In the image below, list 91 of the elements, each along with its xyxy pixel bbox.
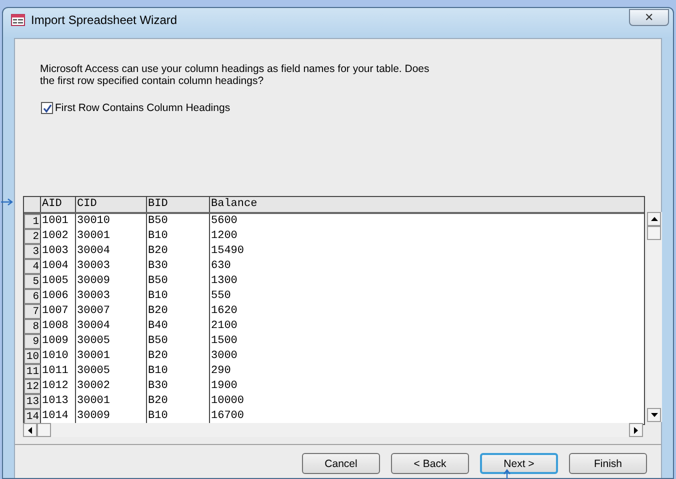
- table-cell: B50: [147, 274, 210, 289]
- table-cell: 30002: [76, 379, 147, 394]
- table-cell: B20: [147, 304, 210, 319]
- table-cell: 30003: [76, 259, 147, 274]
- table-cell: 30010: [76, 214, 147, 229]
- horizontal-scrollbar[interactable]: [23, 423, 643, 437]
- table-cell: 30005: [76, 334, 147, 349]
- table-cell: B50: [147, 214, 210, 229]
- scroll-left-icon[interactable]: [28, 426, 32, 434]
- table-cell: 30004: [76, 244, 147, 259]
- table-cell: 1010: [41, 349, 76, 364]
- row-number[interactable]: 10: [24, 349, 41, 364]
- table-cell: 1011: [41, 364, 76, 379]
- row-number[interactable]: 12: [24, 379, 41, 394]
- table-cell: B10: [147, 229, 210, 244]
- table-cell: 30004: [76, 319, 147, 334]
- pointer-arrow: [503, 469, 511, 479]
- table-cell: B40: [147, 319, 210, 334]
- table-cell-text: 1900: [210, 379, 238, 394]
- table-cell: 1002: [41, 229, 76, 244]
- table-cell-text: 5600: [210, 214, 238, 229]
- table-cell: 1012: [41, 379, 76, 394]
- table-cell-text: 16700: [210, 409, 246, 424]
- table-cell-text: 2100: [210, 319, 238, 334]
- row-number[interactable]: 5: [24, 274, 41, 289]
- close-button[interactable]: ✕: [629, 8, 669, 26]
- scroll-right-icon[interactable]: [634, 426, 638, 434]
- window-title: Import Spreadsheet Wizard: [31, 13, 178, 27]
- table-cell: 1004: [41, 259, 76, 274]
- table-cell-text: 290: [210, 364, 232, 379]
- table-cell: B30: [147, 379, 210, 394]
- prompt-text: Microsoft Access can use your column headings as field names for your table. Does the first row specified contain column headings?: [40, 63, 430, 87]
- table-cell-text: 1500: [210, 334, 238, 349]
- wizard-button[interactable]: Next >: [480, 453, 558, 474]
- table-cell: B30: [147, 259, 210, 274]
- table-cell: 1007: [41, 304, 76, 319]
- wizard-button[interactable]: Finish: [569, 453, 647, 474]
- row-number[interactable]: 14: [24, 409, 41, 424]
- vertical-scrollbar[interactable]: [647, 212, 662, 422]
- table-cell: B10: [147, 289, 210, 304]
- table-cell: B20: [147, 394, 210, 409]
- table-cell: B20: [147, 349, 210, 364]
- table-cell-text: 1200: [210, 229, 238, 244]
- table-cell: 1013: [41, 394, 76, 409]
- table-cell: 1005: [41, 274, 76, 289]
- table-cell-text: 15490: [210, 244, 246, 259]
- table-cell: 30003: [76, 289, 147, 304]
- table-cell: 30009: [76, 274, 147, 289]
- table-cell: 1009: [41, 334, 76, 349]
- column-header: BID: [147, 197, 210, 212]
- row-number[interactable]: 13: [24, 394, 41, 409]
- table-cell: 1008: [41, 319, 76, 334]
- table-cell-text: 1300: [210, 274, 238, 289]
- scroll-thumb[interactable]: [37, 423, 51, 437]
- table-cell-text: 630: [210, 259, 232, 274]
- table-cell-text: 1620: [210, 304, 238, 319]
- table-cell: 1006: [41, 289, 76, 304]
- scroll-thumb[interactable]: [647, 226, 661, 240]
- row-number[interactable]: 2: [24, 229, 41, 244]
- checkbox-label[interactable]: First Row Contains Column Headings: [55, 102, 230, 114]
- row-number[interactable]: 3: [24, 244, 41, 259]
- table-cell: 30007: [76, 304, 147, 319]
- table-cell-text: 550: [210, 289, 232, 304]
- pointer-arrow: [1, 198, 13, 206]
- table-cell: 30001: [76, 229, 147, 244]
- column-header: CID: [76, 197, 147, 212]
- form-icon: [11, 14, 25, 26]
- table-cell: 30001: [76, 349, 147, 364]
- table-cell: 1003: [41, 244, 76, 259]
- row-number[interactable]: 8: [24, 319, 41, 334]
- table-cell: 30001: [76, 394, 147, 409]
- row-number[interactable]: 7: [24, 304, 41, 319]
- row-number[interactable]: 4: [24, 259, 41, 274]
- table-cell: 1001: [41, 214, 76, 229]
- scroll-down-icon[interactable]: [650, 413, 658, 417]
- wizard-button[interactable]: Cancel: [302, 453, 380, 474]
- row-number[interactable]: 6: [24, 289, 41, 304]
- table-cell: 30005: [76, 364, 147, 379]
- column-header: Balance: [210, 197, 258, 212]
- column-header: AID: [41, 197, 76, 212]
- checkbox[interactable]: [41, 102, 53, 114]
- table-cell: B50: [147, 334, 210, 349]
- row-number[interactable]: 1: [24, 214, 41, 229]
- table-cell-text: 10000: [210, 394, 246, 409]
- wizard-button[interactable]: < Back: [391, 453, 469, 474]
- table-cell: B10: [147, 364, 210, 379]
- scroll-up-icon[interactable]: [650, 217, 658, 221]
- table-cell: B20: [147, 244, 210, 259]
- table-cell-text: 3000: [210, 349, 238, 364]
- row-number[interactable]: 11: [24, 364, 41, 379]
- row-number[interactable]: 9: [24, 334, 41, 349]
